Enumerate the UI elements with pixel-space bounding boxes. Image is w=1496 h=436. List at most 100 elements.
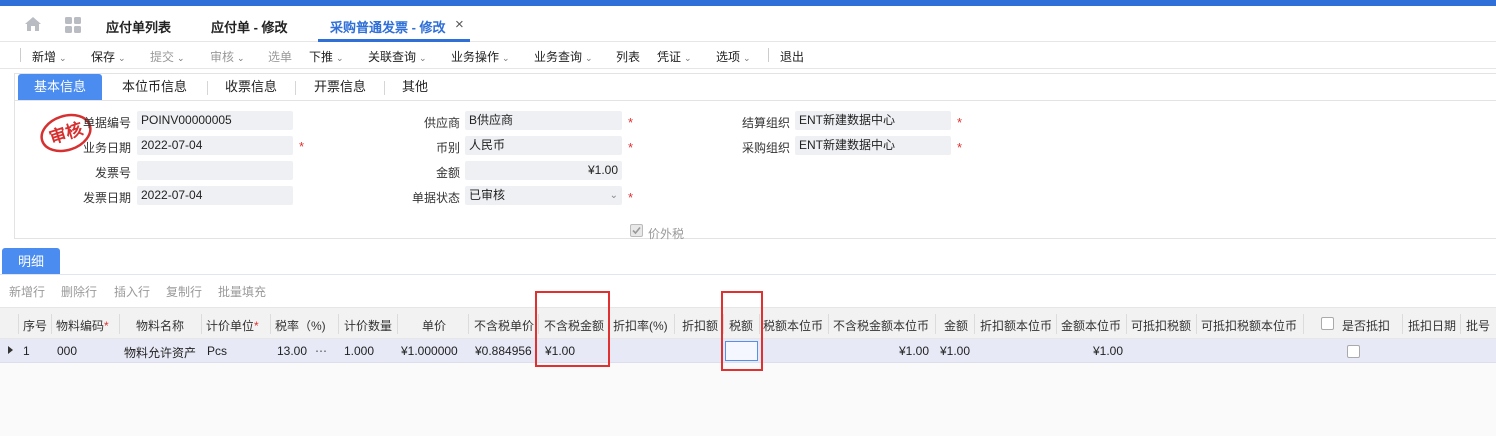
col-tax-local[interactable]: 税额本位币 bbox=[763, 317, 823, 334]
col-amount-local[interactable]: 金额本位币 bbox=[1061, 317, 1121, 334]
push-label: 下推 bbox=[309, 50, 334, 64]
supplier-label: 供应商 bbox=[423, 116, 460, 130]
doc-no-field[interactable]: POINV00000005 bbox=[137, 111, 293, 130]
settle-org-field[interactable]: ENT新建数据中心 bbox=[795, 111, 951, 130]
audit-button[interactable]: 审核 ⌄ bbox=[210, 48, 245, 65]
amount-field[interactable]: ¥1.00 bbox=[465, 161, 622, 180]
status-select[interactable]: 已审核 ⌄ bbox=[465, 186, 622, 205]
supplier-field[interactable]: B供应商 bbox=[465, 111, 622, 130]
exit-button[interactable]: 退出 bbox=[780, 48, 804, 65]
column-divider bbox=[201, 314, 202, 334]
delete-row-button[interactable]: 删除行 bbox=[61, 283, 97, 300]
tax-excluded-checkbox[interactable] bbox=[630, 224, 643, 237]
required-mark: * bbox=[957, 140, 963, 155]
tab-basic-info[interactable]: 基本信息 bbox=[18, 74, 102, 100]
cell-amount[interactable]: ¥1.00 bbox=[940, 344, 970, 358]
select-all-deduct-checkbox[interactable] bbox=[1321, 317, 1334, 330]
cell-unit[interactable]: Pcs bbox=[207, 344, 227, 358]
col-deduct-date[interactable]: 抵扣日期 bbox=[1408, 317, 1456, 334]
subtab-separator bbox=[207, 81, 208, 95]
biz-query-button[interactable]: 业务查询 ⌄ bbox=[534, 48, 593, 65]
currency-field[interactable]: 人民币 bbox=[465, 136, 622, 155]
add-row-button[interactable]: 新增行 bbox=[9, 283, 45, 300]
deduct-checkbox[interactable] bbox=[1347, 345, 1360, 358]
submit-button[interactable]: 提交 ⌄ bbox=[150, 48, 185, 65]
save-button[interactable]: 保存 ⌄ bbox=[91, 48, 126, 65]
chevron-down-icon: ⌄ bbox=[609, 190, 618, 201]
required-mark: * bbox=[628, 115, 634, 130]
column-divider bbox=[270, 314, 271, 334]
close-icon[interactable]: × bbox=[455, 16, 464, 33]
col-deductible-tax-local[interactable]: 可抵扣税额本位币 bbox=[1201, 317, 1297, 334]
list-button[interactable]: 列表 bbox=[616, 48, 640, 65]
tab-local-currency-info[interactable]: 本位币信息 bbox=[122, 74, 187, 100]
options-button[interactable]: 选项 ⌄ bbox=[716, 48, 751, 65]
tax-excluded-label: 价外税 bbox=[648, 227, 685, 241]
col-discount-rate[interactable]: 折扣率(%) bbox=[613, 317, 668, 334]
col-amount[interactable]: 金额 bbox=[944, 317, 968, 334]
related-query-button[interactable]: 关联查询 ⌄ bbox=[368, 48, 427, 65]
required-mark: * bbox=[254, 319, 259, 333]
cell-price[interactable]: ¥1.000000 bbox=[401, 344, 458, 358]
invoice-date-field[interactable]: 2022-07-04 bbox=[137, 186, 293, 205]
cell-material-name[interactable]: 物料允许资产 bbox=[124, 344, 196, 361]
purchase-org-field[interactable]: ENT新建数据中心 bbox=[795, 136, 951, 155]
invoice-no-field[interactable] bbox=[137, 161, 293, 180]
tab-receive-invoice-info[interactable]: 收票信息 bbox=[225, 74, 277, 100]
column-divider bbox=[468, 314, 469, 334]
select-button[interactable]: 选单 bbox=[268, 48, 292, 65]
chevron-down-icon: ⌄ bbox=[177, 53, 185, 63]
column-divider bbox=[1460, 314, 1461, 334]
col-seq[interactable]: 序号 bbox=[23, 317, 47, 334]
col-price-ex-tax[interactable]: 不含税单价 bbox=[474, 317, 534, 334]
home-icon[interactable] bbox=[24, 16, 42, 32]
cell-amount-local: ¥1.00 bbox=[1093, 344, 1124, 358]
column-divider bbox=[1056, 314, 1057, 334]
tab-payable-list[interactable]: 应付单列表 bbox=[106, 17, 171, 36]
col-qty[interactable]: 计价数量 bbox=[344, 317, 392, 334]
col-deductible-tax[interactable]: 可抵扣税额 bbox=[1131, 317, 1191, 334]
tab-payable-edit[interactable]: 应付单 - 修改 bbox=[211, 17, 288, 36]
cell-qty[interactable]: 1.000 bbox=[344, 344, 374, 358]
col-is-deductible[interactable]: 是否抵扣 bbox=[1342, 317, 1390, 334]
biz-op-button[interactable]: 业务操作 ⌄ bbox=[451, 48, 510, 65]
col-unit[interactable]: 计价单位* bbox=[206, 317, 259, 334]
new-button[interactable]: 新增 ⌄ bbox=[32, 48, 67, 65]
table-empty-area bbox=[0, 363, 1496, 436]
cell-material-code[interactable]: 000 bbox=[57, 344, 77, 358]
required-mark: * bbox=[628, 190, 634, 205]
col-price[interactable]: 单价 bbox=[422, 317, 446, 334]
col-discount-amt[interactable]: 折扣额 bbox=[682, 317, 718, 334]
biz-date-field[interactable]: 2022-07-04 bbox=[137, 136, 293, 155]
tab-purchase-invoice-edit[interactable]: 采购普通发票 - 修改 bbox=[330, 17, 446, 36]
cell-amount-ex-tax-local: ¥1.00 bbox=[899, 344, 930, 358]
app-grid-icon[interactable] bbox=[64, 16, 82, 34]
chevron-down-icon: ⌄ bbox=[743, 53, 751, 63]
push-button[interactable]: 下推 ⌄ bbox=[309, 48, 344, 65]
tab-other[interactable]: 其他 bbox=[402, 74, 428, 100]
copy-row-button[interactable]: 复制行 bbox=[166, 283, 202, 300]
new-label: 新增 bbox=[32, 50, 57, 64]
subtab-divider bbox=[14, 100, 1496, 101]
col-amount-ex-tax-local[interactable]: 不含税金额本位币 bbox=[833, 317, 929, 334]
insert-row-button[interactable]: 插入行 bbox=[114, 283, 150, 300]
biz-date-label: 业务日期 bbox=[82, 141, 131, 155]
col-batch-no[interactable]: 批号 bbox=[1466, 317, 1490, 334]
col-material-name[interactable]: 物料名称 bbox=[136, 317, 184, 334]
voucher-button[interactable]: 凭证 ⌄ bbox=[657, 48, 692, 65]
status-value: 已审核 bbox=[469, 188, 506, 202]
cell-tax-rate[interactable]: 13.00 bbox=[277, 344, 307, 358]
column-divider bbox=[1402, 314, 1403, 334]
tab-issue-invoice-info[interactable]: 开票信息 bbox=[314, 74, 366, 100]
toolbar-divider bbox=[20, 48, 21, 62]
more-icon[interactable]: ⋯ bbox=[315, 344, 327, 358]
col-discount-local[interactable]: 折扣额本位币 bbox=[980, 317, 1052, 334]
detail-tab-line bbox=[0, 274, 1496, 275]
related-query-label: 关联查询 bbox=[368, 50, 417, 64]
cell-price-ex-tax[interactable]: ¥0.884956 bbox=[475, 344, 532, 358]
col-tax-rate[interactable]: 税率（%) bbox=[275, 317, 326, 334]
tab-detail[interactable]: 明细 bbox=[2, 248, 60, 275]
batch-fill-button[interactable]: 批量填充 bbox=[218, 283, 266, 300]
col-material-code[interactable]: 物料编码* bbox=[56, 317, 109, 334]
column-divider bbox=[119, 314, 120, 334]
